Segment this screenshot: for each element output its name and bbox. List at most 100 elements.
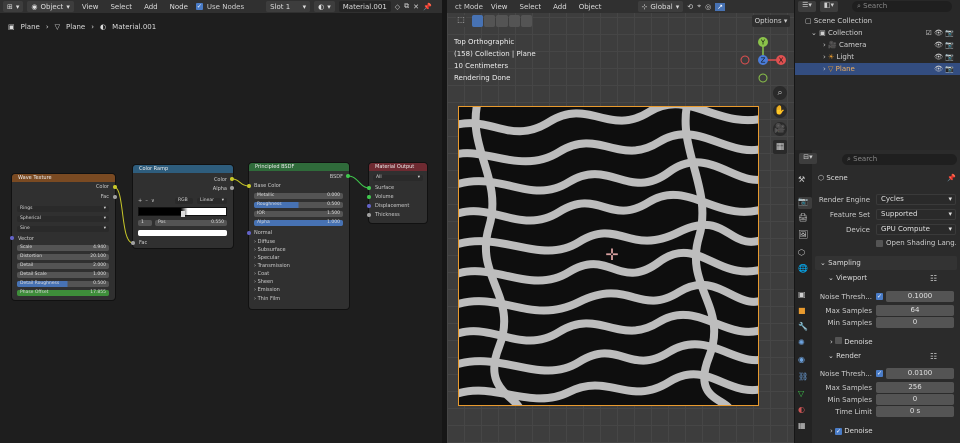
vp-min-samples-field[interactable]: 0 [876,317,954,328]
wave-detail-field[interactable]: Detail 2.000 [17,263,109,269]
color-ramp-header[interactable]: Color Ramp [133,165,233,173]
pivot-icon[interactable]: ⟲ [687,3,693,11]
tool-tab-icon[interactable]: ⚒ [798,175,812,187]
snap-icon[interactable]: ⌖ [697,2,701,11]
ramp-alpha-socket[interactable] [230,186,234,190]
render-noise-threshold-field[interactable]: 0.0100 [886,368,954,379]
wave-texture-header[interactable]: Wave Texture [12,174,115,182]
wave-texture-node[interactable]: Wave Texture Color Fac Rings ▾ Spherical ▾… [12,174,115,300]
render-denoise-checkbox[interactable]: ✓ [835,428,843,435]
pan-hand-icon[interactable]: ✋ [773,104,787,118]
proportional-icon[interactable]: ◎ [705,3,711,11]
outliner-row-light[interactable]: › ☀ Light 👁 📷 [795,51,960,63]
wave-detail-scale-field[interactable]: Detail Scale 1.000 [17,272,109,278]
color-ramp-node[interactable]: Color Ramp Color Alpha + – ∨ RGB Linear ▾… [133,165,233,248]
visibility-icons[interactable]: 👁 📷 [934,51,954,63]
wave-direction-dropdown[interactable]: Spherical ▾ [17,216,109,222]
ramp-mode-dropdown[interactable]: RGB [175,198,193,204]
panel-diffuse[interactable]: › Diffuse [254,239,275,245]
ramp-color-socket[interactable] [230,177,234,181]
viewport-mode-label[interactable]: ct Mode [455,3,483,11]
menu-add[interactable]: Add [549,3,571,11]
outliner-row-plane[interactable]: › ▽ Plane 👁 📷 [795,63,960,75]
add-stop-icon[interactable]: + – ∨ [138,198,155,204]
data-tab-icon[interactable]: ▽ [798,389,812,401]
panel-emission[interactable]: › Emission [254,287,280,293]
vp-max-samples-field[interactable]: 64 [876,305,954,316]
bsdf-header[interactable]: Principled BSDF [249,163,349,171]
render-noise-threshold-checkbox[interactable]: ✓ [876,370,883,377]
render-subpanel-header[interactable]: ⌄ Render [828,352,861,360]
viewport-subpanel-header[interactable]: ⌄ Viewport [828,274,867,282]
outliner-row-camera[interactable]: › 🎥 Camera 👁 📷 [795,39,960,51]
panel-specular[interactable]: › Specular [254,255,279,261]
scene-tab-icon[interactable]: ⬡ [798,248,812,260]
menu-object[interactable]: Object [575,3,606,11]
bsdf-base-color-socket[interactable] [247,184,251,188]
transform-orientation-dropdown[interactable]: ⊹ Global ▾ [637,1,684,12]
wave-phase-offset-field[interactable]: Phase Offset 17.855 [17,290,109,296]
panel-coat[interactable]: › Coat [254,271,269,277]
bsdf-ior-field[interactable]: IOR 1.500 [254,211,343,217]
physics-tab-icon[interactable]: ◉ [798,355,812,367]
navigation-gizmo[interactable]: Y X Z [737,36,789,84]
output-thickness-socket[interactable] [367,213,371,217]
visibility-icons[interactable]: 👁 📷 [934,63,954,75]
select-intersect-icon[interactable] [520,15,533,27]
render-max-samples-field[interactable]: 256 [876,382,954,393]
material-tab-icon[interactable]: ◐ [798,405,812,417]
pin-icon[interactable]: 📌 [947,174,956,182]
bsdf-normal-socket[interactable] [247,231,251,235]
select-subtract-icon[interactable] [496,15,508,27]
panel-sheen[interactable]: › Sheen [254,279,273,285]
denoise-subpanel-header[interactable]: › Denoise [830,337,873,346]
bsdf-roughness-field[interactable]: Roughness 0.500 [254,202,343,208]
menu-select[interactable]: Select [516,3,546,11]
select-invert-icon[interactable] [508,15,520,27]
panel-transmission[interactable]: › Transmission [254,263,290,269]
output-displacement-socket[interactable] [367,204,371,208]
object-tab-icon[interactable]: ■ [798,306,812,318]
wave-scale-field[interactable]: Scale 4.940 [17,245,109,251]
camera-view-icon[interactable]: 🎥 [773,122,787,136]
world-tab-icon[interactable]: 🌐 [798,264,812,276]
bsdf-alpha-field[interactable]: Alpha 1.000 [254,220,343,226]
render-tab-icon[interactable]: 📷 [798,197,812,209]
options-dropdown[interactable]: Options ▾ [752,15,790,27]
wave-fac-socket[interactable] [113,195,117,199]
perspective-grid-icon[interactable]: ▦ [773,140,787,154]
menu-view[interactable]: View [487,3,512,11]
wave-detail-roughness-field[interactable]: Detail Roughness 0.500 [17,281,109,287]
output-surface-socket[interactable] [367,186,371,190]
vp-noise-threshold-checkbox[interactable]: ✓ [876,293,883,300]
properties-search-input[interactable]: ⌕ Search [842,154,957,165]
wave-type-dropdown[interactable]: Rings ▾ [17,206,109,212]
material-output-node[interactable]: Material Output All ▾ Surface Volume Disp… [369,163,427,223]
3d-cursor-icon[interactable]: ✛ [603,246,621,264]
presets-list-icon[interactable]: ☷ [930,352,937,361]
render-min-samples-field[interactable]: 0 [876,394,954,405]
render-denoise-subpanel-header[interactable]: › ✓ Denoise [830,427,873,435]
select-extend-icon[interactable] [484,15,496,27]
ramp-index-field[interactable]: 1 [138,220,152,226]
display-mode-icon[interactable]: ◧▾ [820,1,838,12]
select-tool-icon[interactable]: ⬚ [456,15,466,27]
gizmo-toggle-icon[interactable]: ↗ [715,2,726,11]
visibility-icons[interactable]: 👁 📷 [934,39,954,51]
presets-list-icon[interactable]: ☷ [930,274,937,283]
output-target-dropdown[interactable]: All ▾ [373,175,423,181]
outliner-editor-type-icon[interactable]: ☰▾ [798,1,816,12]
particles-tab-icon[interactable]: ✺ [798,338,812,350]
ramp-fac-socket[interactable] [131,241,135,245]
bsdf-out-socket[interactable] [346,174,350,178]
properties-editor-type-icon[interactable]: ⊟▾ [799,153,817,164]
outliner-row-collection[interactable]: ⌄ ▣ Collection ☑ 👁 📷 [795,27,960,39]
ramp-pos-field[interactable]: Pos 0.550 [155,220,227,226]
select-new-icon[interactable] [472,15,484,27]
wave-color-socket[interactable] [113,185,117,189]
panel-subsurface[interactable]: › Subsurface [254,247,286,253]
panel-thin-film[interactable]: › Thin Film [254,296,280,302]
ramp-stop-handle[interactable] [181,211,185,217]
wave-distortion-field[interactable]: Distortion 20.100 [17,254,109,260]
principled-bsdf-node[interactable]: Principled BSDF BSDF Base Color Metallic… [249,163,349,309]
